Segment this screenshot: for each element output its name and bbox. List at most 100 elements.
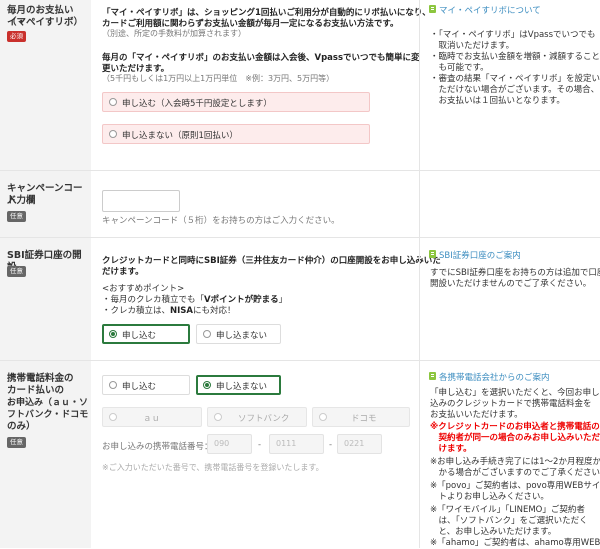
campaign-main-cell: キャンペーンコード（５桁）をお持ちの方はご入力ください。 [92, 171, 418, 237]
optional-badge: 任意 [7, 211, 26, 222]
revo-main-cell: 「マイ・ペイすリボ」は、ショッピング1回払いご利用分が自動的にリボ払いになり、 … [92, 0, 431, 170]
sbi-apply-label: 申し込む [122, 331, 157, 341]
radio-checked-icon [109, 330, 117, 338]
carrier-softbank-radio[interactable]: ソフトバンク [207, 407, 307, 427]
mobile-label-line2: カード払いの [7, 385, 65, 396]
carrier-au-label: ａｕ [143, 414, 161, 424]
mobile-decline-label: 申し込まない [216, 382, 268, 392]
mobile-side-cell: 各携帯電話会社からのご案内 「申し込む」を選択いただくと、今回お申し 込みのクレ… [419, 361, 600, 548]
phone-input-3[interactable]: 0221 [337, 434, 382, 454]
radio-circle-icon [109, 413, 117, 421]
mobile-side-r2: 契約者が同一の場合のみお申し込みいただ [430, 433, 600, 443]
mobile-info-link[interactable]: 各携帯電話会社からのご案内 [439, 371, 550, 383]
mobile-label-line5: のみ） [7, 421, 36, 432]
radio-circle-icon [109, 98, 117, 106]
carrier-docomo-label: ドコモ [351, 414, 377, 424]
mobile-decline-radio[interactable]: 申し込まない [196, 375, 281, 395]
revo-label-cell: 毎月のお支払い（マ イ・ペイすリボ） 必須 [0, 0, 91, 170]
mobile-label-cell: 携帯電話料金の カード払いの お申込み（ａｕ・ソ フトバンク・ドコモ のみ） 任… [0, 361, 91, 548]
sbi-decline-label: 申し込まない [216, 331, 268, 341]
optional-badge: 任意 [7, 437, 26, 448]
sbi-desc-line1: クレジットカードと同時にSBI証券（三井住友カード仲介）の口座開設をお申し込みい… [102, 256, 441, 266]
phone-number-label: お申し込みの携帯電話番号： [102, 442, 213, 452]
phone-input-3-placeholder: 0221 [344, 439, 365, 448]
carrier-docomo-radio[interactable]: ドコモ [312, 407, 410, 427]
required-badge: 必須 [7, 31, 26, 42]
revo-side-note-1: 取消いただけます。 [430, 41, 515, 51]
carrier-au-radio[interactable]: ａｕ [102, 407, 202, 427]
mobile-side-r1: ※クレジットカードのお申込者と携帯電話の [430, 422, 600, 432]
phone-input-2-placeholder: 0111 [276, 439, 297, 448]
revo-info-link[interactable]: マイ・ペイすリボについて [439, 4, 541, 16]
sbi-rec1-post: 」 [278, 295, 288, 305]
revo-row: 毎月のお支払い（マ イ・ペイすリボ） 必須 「マイ・ペイすリボ」は、ショッピング… [0, 0, 600, 171]
revo-side-note-4: ・審査の結果「マイ・ペイすリボ」を設定い [430, 74, 600, 84]
optional-badge: 任意 [7, 266, 26, 277]
revo-desc-line3: （別途、所定の手数料が加算されます） [102, 29, 246, 38]
document-icon [429, 250, 436, 258]
mobile-row: 携帯電話料金の カード払いの お申込み（ａｕ・ソ フトバンク・ドコモ のみ） 任… [0, 361, 600, 548]
campaign-label-line2: 入力欄 [7, 195, 36, 206]
sbi-info-link[interactable]: SBI証券口座のご案内 [439, 249, 521, 261]
mobile-side-b2: トよりお申し込みください。 [430, 492, 549, 502]
sbi-decline-radio[interactable]: 申し込まない [196, 324, 281, 344]
sbi-side-cell: SBI証券口座のご案内 すでにSBI証券口座をお持ちの方は追加で口座 開設いただ… [419, 238, 600, 360]
campaign-code-input[interactable] [102, 190, 180, 212]
mobile-side-c2: は、「ソフトバンク」をご選択いただく [430, 516, 588, 526]
radio-circle-icon [203, 330, 211, 338]
phone-input-1-placeholder: 090 [214, 439, 230, 448]
document-icon [429, 372, 436, 380]
revo-side-note-0: ・「マイ・ペイすリボ」はVpassでいつでも [430, 30, 596, 40]
mobile-side-a2: かる場合がございますのでご了承ください。 [430, 468, 600, 478]
campaign-label-cell: キャンペーンコード 入力欄 任意 [0, 171, 91, 237]
mobile-apply-label: 申し込む [122, 382, 157, 392]
sbi-label-cell: SBI証券口座の開設 任意 [0, 238, 91, 360]
revo-decline-label: 申し込まない（原則1回払い） [122, 131, 238, 141]
mobile-side-n2: 込みのクレジットカードで携帯電話料金を [430, 399, 592, 409]
revo-label-line2: イ・ペイすリボ） [7, 17, 84, 28]
phone-dash-2: - [329, 440, 333, 450]
radio-circle-icon [109, 381, 117, 389]
mobile-label-line1: 携帯電話料金の [7, 373, 74, 384]
revo-side-note-6: お支払いは１回払いとなります。 [430, 96, 565, 106]
radio-circle-icon [214, 413, 222, 421]
revo-side-note-2: ・臨時でお支払い金額を増額・減額すること [430, 52, 600, 62]
mobile-side-c1: ※「ワイモバイル」「LINEMO」ご契約者 [430, 505, 585, 515]
document-icon [429, 5, 436, 13]
mobile-side-b1: ※「povo」ご契約者は、povo専用WEBサイ [430, 481, 600, 491]
sbi-row: SBI証券口座の開設 任意 クレジットカードと同時にSBI証券（三井住友カード仲… [0, 238, 600, 361]
phone-input-2[interactable]: 0111 [269, 434, 324, 454]
revo-apply-label: 申し込む（入会時5千円設定とします） [122, 99, 272, 109]
application-form: 毎月のお支払い（マ イ・ペイすリボ） 必須 「マイ・ペイすリボ」は、ショッピング… [0, 0, 600, 548]
mobile-apply-radio[interactable]: 申し込む [102, 375, 190, 395]
sbi-side-note-1: すでにSBI証券口座をお持ちの方は追加で口座 [430, 268, 600, 278]
revo-apply-radio[interactable]: 申し込む（入会時5千円設定とします） [102, 92, 370, 112]
mobile-side-d1: ※「ahamo」ご契約者は、ahamo専用WEB [430, 538, 600, 548]
phone-dash-1: - [258, 440, 262, 450]
sbi-rec2-post: にも対応！ [193, 306, 236, 316]
sbi-desc-line2: だけます。 [102, 267, 144, 277]
mobile-side-c3: と、お申し込みいただけます。 [430, 527, 557, 537]
radio-checked-icon [203, 381, 211, 389]
revo-amount-note: （5千円もしくは1万円以上1万円単位 ※例：3万円、5万円等） [102, 74, 335, 83]
mobile-side-n3: お支払いいただけます。 [430, 410, 523, 420]
mobile-main-cell: 申し込む 申し込まない ａｕ ソフトバンク ドコモ お申し込みの携帯電話番号： … [92, 361, 418, 548]
revo-side-note-3: も可能です。 [430, 63, 489, 73]
revo-decline-radio[interactable]: 申し込まない（原則1回払い） [102, 124, 370, 144]
mobile-side-a1: ※お申し込み手続き完了には1～2か月程度か [430, 457, 600, 467]
sbi-rec-line2: ・クレカ積立は、NISAにも対応！ [102, 304, 236, 316]
phone-hint: ※ご入力いただいた番号で、携帯電話番号を登録いたします。 [102, 463, 324, 472]
campaign-hint: キャンペーンコード（５桁）をお持ちの方はご入力ください。 [102, 216, 340, 226]
sbi-apply-radio[interactable]: 申し込む [102, 324, 190, 344]
radio-circle-icon [109, 130, 117, 138]
mobile-side-r3: けます。 [430, 444, 472, 454]
carrier-softbank-label: ソフトバンク [238, 414, 290, 424]
mobile-side-n1: 「申し込む」を選択いただくと、今回お申し [430, 388, 600, 398]
revo-side-cell: マイ・ペイすリボについて ・「マイ・ペイすリボ」はVpassでいつでも 取消いた… [419, 0, 600, 170]
sbi-rec2-pre: ・クレカ積立は、 [102, 306, 171, 316]
phone-input-1[interactable]: 090 [207, 434, 252, 454]
radio-circle-icon [319, 413, 327, 421]
campaign-side-cell [419, 171, 600, 237]
mobile-label-line4: フトバンク・ドコモ [7, 410, 89, 420]
campaign-row: キャンペーンコード 入力欄 任意 キャンペーンコード（５桁）をお持ちの方はご入力… [0, 171, 600, 238]
